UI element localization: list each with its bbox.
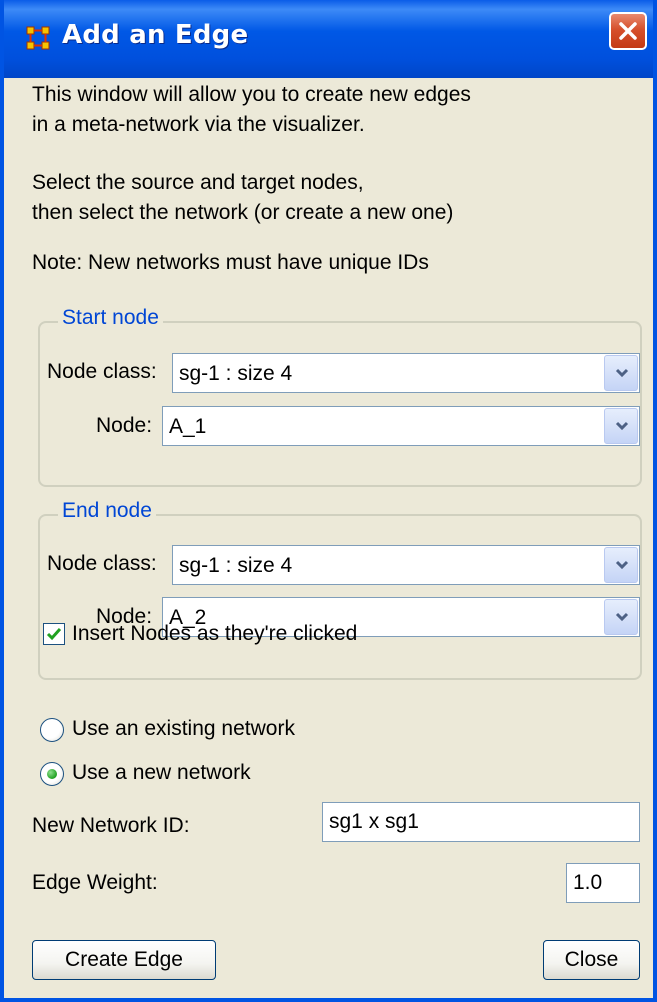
title-bar[interactable]: Add an Edge (4, 0, 653, 78)
start-node-class-label: Node class: (47, 360, 157, 383)
insert-nodes-label[interactable]: Insert Nodes as they're clicked (72, 622, 357, 646)
end-node-class-value: sg-1 : size 4 (179, 554, 293, 577)
end-node-class-label: Node class: (47, 552, 157, 575)
start-node-legend: Start node (58, 306, 163, 330)
new-network-id-input[interactable] (323, 803, 639, 841)
existing-network-radio[interactable] (40, 718, 64, 742)
intro-line: This window will allow you to create new… (32, 83, 471, 106)
new-network-radio[interactable] (40, 762, 64, 786)
add-edge-dialog: Add an Edge This window will allow you t… (0, 0, 657, 1002)
network-app-icon (26, 26, 50, 50)
end-node-legend: End node (58, 499, 156, 523)
window-title: Add an Edge (62, 20, 249, 50)
insert-nodes-checkbox[interactable] (43, 623, 65, 645)
chevron-down-icon (615, 368, 629, 378)
end-node-class-select[interactable]: sg-1 : size 4 (172, 545, 640, 585)
start-node-value: A_1 (169, 415, 207, 438)
start-node-label: Node: (96, 414, 153, 437)
dropdown-arrow-button[interactable] (604, 355, 638, 391)
new-network-id-field[interactable] (322, 802, 640, 842)
edge-weight-input[interactable] (567, 864, 639, 902)
radio-selected-dot (47, 769, 57, 779)
close-window-button[interactable] (609, 12, 647, 50)
create-edge-button[interactable]: Create Edge (32, 940, 216, 980)
new-network-id-label: New Network ID: (32, 814, 190, 837)
instructions-line: then select the network (or create a new… (32, 201, 454, 224)
edge-weight-field[interactable] (566, 863, 640, 903)
dropdown-arrow-button[interactable] (604, 408, 638, 444)
intro-line: in a meta-network via the visualizer. (32, 113, 365, 136)
close-button[interactable]: Close (543, 940, 640, 980)
instructions-line: Select the source and target nodes, (32, 171, 364, 194)
note-text: Note: New networks must have unique IDs (32, 251, 429, 274)
start-node-class-value: sg-1 : size 4 (179, 362, 293, 385)
new-network-label[interactable]: Use a new network (72, 761, 251, 785)
intro-text: This window will allow you to create new… (32, 80, 471, 140)
dropdown-arrow-button[interactable] (604, 547, 638, 583)
close-icon (619, 22, 637, 40)
instructions-text: Select the source and target nodes, then… (32, 168, 453, 228)
start-node-select[interactable]: A_1 (162, 406, 640, 446)
dropdown-arrow-button[interactable] (604, 599, 638, 635)
start-node-class-select[interactable]: sg-1 : size 4 (172, 353, 640, 393)
chevron-down-icon (615, 421, 629, 431)
chevron-down-icon (615, 560, 629, 570)
edge-weight-label: Edge Weight: (32, 871, 158, 894)
existing-network-label[interactable]: Use an existing network (72, 717, 295, 741)
checkmark-icon (46, 628, 62, 641)
dialog-content: This window will allow you to create new… (4, 78, 653, 998)
start-node-group: Start node (38, 306, 642, 487)
chevron-down-icon (615, 612, 629, 622)
